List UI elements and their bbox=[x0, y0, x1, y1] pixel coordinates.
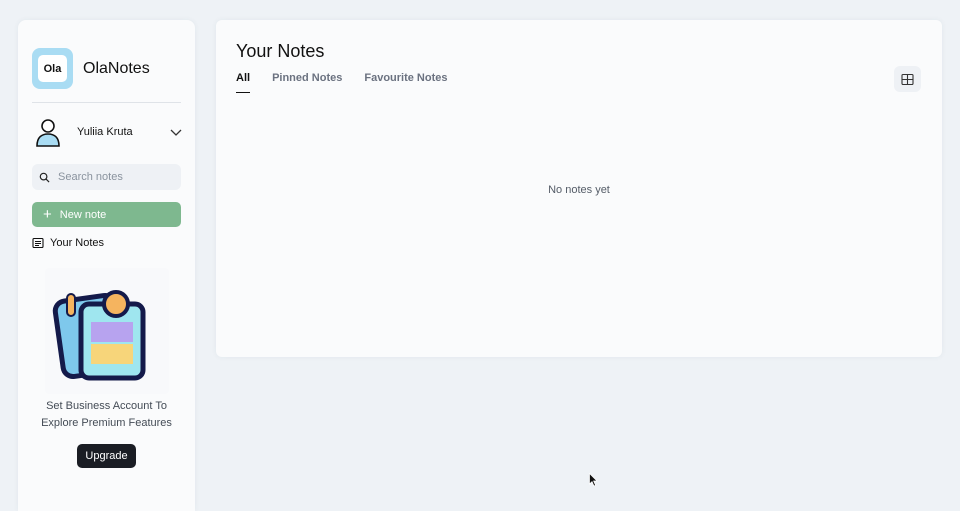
sidebar-item-label: Your Notes bbox=[50, 237, 105, 249]
user-avatar-icon bbox=[36, 119, 60, 147]
empty-state-message: No notes yet bbox=[548, 184, 610, 196]
tab-pinned-notes[interactable]: Pinned Notes bbox=[272, 72, 342, 93]
clipboard-illustration-icon bbox=[52, 290, 146, 381]
notes-tabs: All Pinned Notes Favourite Notes bbox=[236, 72, 470, 93]
logo-text: Ola bbox=[38, 55, 67, 82]
search-icon bbox=[39, 172, 50, 183]
sidebar-divider bbox=[32, 102, 181, 103]
promo-text: Set Business Account To Explore Premium … bbox=[18, 398, 195, 432]
tab-favourite-notes[interactable]: Favourite Notes bbox=[364, 72, 447, 93]
notes-icon bbox=[32, 237, 44, 249]
sidebar: Ola OlaNotes Yuliia Kruta + New note You… bbox=[18, 20, 195, 511]
upgrade-button[interactable]: Upgrade bbox=[77, 444, 136, 468]
tab-all[interactable]: All bbox=[236, 72, 251, 93]
promo-line-1: Set Business Account To bbox=[46, 400, 167, 412]
search-box[interactable] bbox=[32, 164, 181, 190]
plus-icon: + bbox=[43, 206, 52, 223]
search-input[interactable] bbox=[58, 171, 168, 183]
mouse-cursor-icon bbox=[589, 473, 598, 487]
notes-panel: Your Notes All Pinned Notes Favourite No… bbox=[216, 20, 942, 357]
user-menu[interactable]: Yuliia Kruta bbox=[32, 116, 182, 148]
brand[interactable]: Ola OlaNotes bbox=[32, 48, 150, 89]
new-note-button[interactable]: + New note bbox=[32, 202, 181, 227]
promo-illustration bbox=[45, 268, 169, 394]
page-title: Your Notes bbox=[236, 41, 325, 61]
chevron-down-icon[interactable] bbox=[170, 126, 182, 138]
grid-view-icon bbox=[901, 73, 914, 85]
user-name: Yuliia Kruta bbox=[77, 126, 133, 138]
new-note-label: New note bbox=[59, 208, 107, 221]
promo-line-2: Explore Premium Features bbox=[41, 417, 172, 429]
sidebar-item-your-notes[interactable]: Your Notes bbox=[32, 237, 104, 249]
app-name: OlaNotes bbox=[83, 59, 150, 77]
grid-view-button[interactable] bbox=[894, 66, 921, 92]
app-logo: Ola bbox=[32, 48, 73, 89]
